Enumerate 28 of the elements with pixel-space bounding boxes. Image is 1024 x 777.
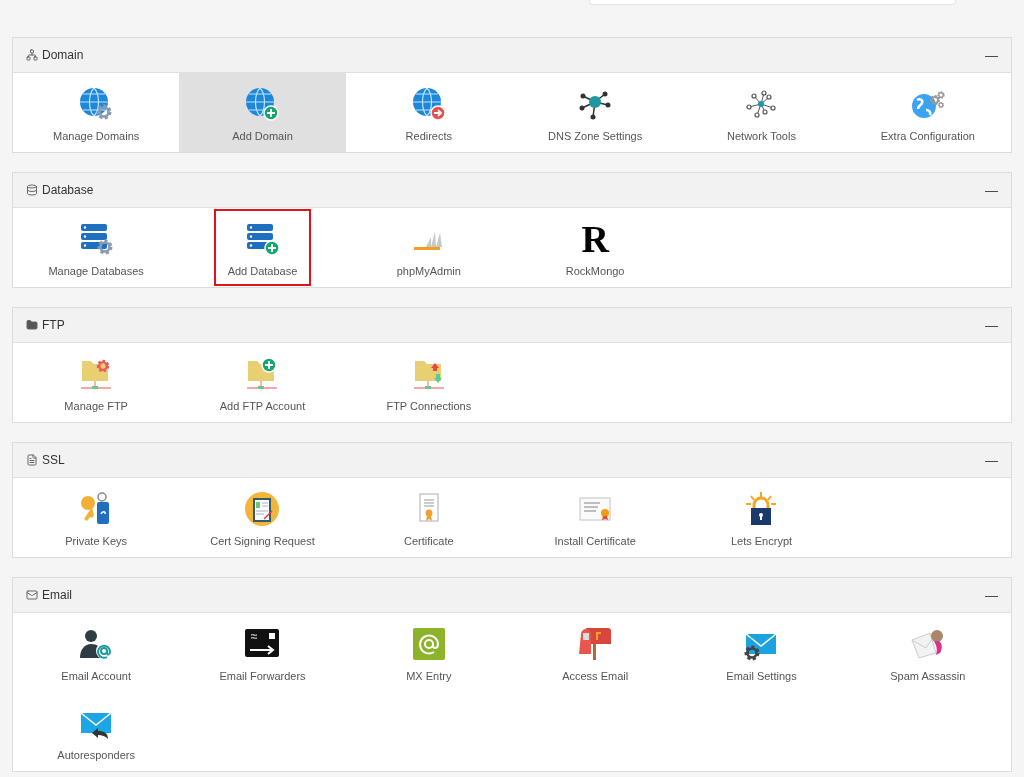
section-header[interactable]: Database — [13,173,1011,208]
section-header[interactable]: FTP — [13,308,1011,343]
folder-icon [26,319,38,331]
collapse-button[interactable]: — [985,588,998,602]
section-title: FTP [42,317,65,334]
section-header[interactable]: Domain — [13,38,1011,73]
mail-icon [26,589,38,601]
section-title: Email [42,587,72,604]
collapse-button[interactable]: — [985,48,998,62]
mailbox-icon [577,626,614,663]
collapse-button[interactable]: — [985,453,998,467]
clipboard-icon [244,491,281,528]
globe-plus-icon [244,86,281,123]
collapse-button[interactable]: — [985,183,998,197]
at-sign-icon [410,626,447,663]
collapse-button[interactable]: — [985,318,998,332]
tool-tile[interactable]: Add Domain [179,73,346,152]
file-icon [26,454,38,466]
section-title: Domain [42,47,84,64]
section-title: Database [42,182,94,199]
database-icon [26,184,38,196]
section-header[interactable]: SSL — [13,443,1011,478]
section-header[interactable]: Email — [13,578,1011,613]
sitemap-icon [26,49,38,61]
globe-arrow-icon [410,86,447,123]
database-plus-icon [244,221,281,258]
section-title: SSL [42,452,65,469]
letter-logo: R [581,221,609,258]
